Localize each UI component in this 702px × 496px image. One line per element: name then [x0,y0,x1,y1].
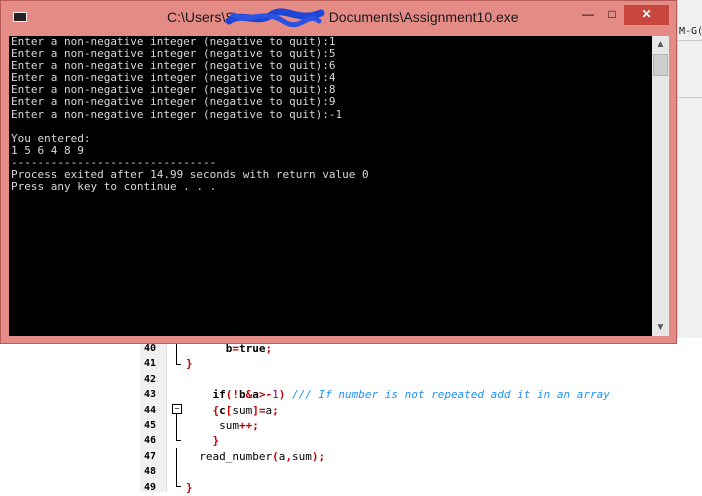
console-line: 1 5 6 4 8 9 [11,143,84,157]
code-text: {c[sum]=a; [212,403,279,417]
window-title: C:\Users\S Documents\Assignment10.exe [167,9,519,25]
console-line: You entered: [11,131,91,145]
console-output[interactable]: Enter a non-negative integer (negative t… [9,36,652,336]
console-line: Enter a non-negative integer (negative t… [11,107,343,121]
code-editor[interactable]: 40 b=true; 41} 42 43 if(!b&a>-1) /// If num… [140,338,702,494]
code-text: read_number(a,sum); [186,449,326,463]
console-line: Enter a non-negative integer (negative t… [11,47,336,61]
line-number: 48 [144,466,157,478]
console-line: Enter a non-negative integer (negative t… [11,83,336,97]
code-line: 45 sum++; [140,418,702,434]
console-app-icon[interactable] [13,12,27,22]
ide-tab-text: M-G( [679,26,702,37]
code-line: 44 {c[sum]=a; [140,403,702,419]
scroll-up-arrow-icon[interactable]: ▲ [652,36,669,53]
code-line: 47 read_number(a,sum); [140,449,702,465]
code-line: 42 [140,372,702,388]
line-number: 45 [144,420,157,431]
line-number: 46 [144,435,157,447]
code-text: } [212,434,220,448]
console-line: Enter a non-negative integer (negative t… [11,95,336,109]
line-number: 42 [144,373,157,385]
ide-divider [677,40,702,41]
line-number: 49 [144,481,157,493]
code-text: } [186,480,193,494]
console-line: Press any key to continue . . . [11,180,217,194]
line-number: 44 [144,404,157,416]
code-text: } [186,357,193,371]
line-number: 43 [144,389,157,401]
fold-guide [176,440,181,441]
maximize-button[interactable]: □ [603,5,621,25]
code-text: if(!b&a>-1) /// If number is not repeate… [212,388,610,402]
line-number: 41 [144,358,157,370]
console-line: ------------------------------- [11,155,217,169]
code-line: 41} [140,356,702,372]
vertical-scrollbar[interactable]: ▲ ▼ [652,36,669,336]
ide-background-panel [677,0,702,340]
console-line: Enter a non-negative integer (negative t… [11,71,336,85]
scroll-down-arrow-icon[interactable]: ▼ [652,319,669,336]
code-line: 49} [140,480,702,496]
fold-guide [176,364,181,365]
window-title-suffix: Documents\Assignment10.exe [328,9,519,25]
code-line: 43 if(!b&a>-1) /// If number is not repe… [140,387,702,403]
console-line: Enter a non-negative integer (negative t… [11,59,336,73]
minimize-button[interactable]: — [579,5,597,25]
fold-guide [176,414,177,440]
scrollbar-thumb[interactable] [653,54,668,76]
close-button[interactable]: ✕ [624,5,669,25]
fold-guide [176,448,177,486]
title-bar[interactable]: C:\Users\S Documents\Assignment10.exe — □… [1,1,678,31]
line-number: 47 [144,450,157,462]
code-text: sum++; [186,419,259,432]
code-line: 48 [140,464,702,480]
console-text: Enter a non-negative integer (negative t… [11,36,369,193]
console-window[interactable]: C:\Users\S Documents\Assignment10.exe — □… [0,0,677,344]
fold-guide [176,486,181,487]
redaction-scribble [225,8,325,28]
code-line: 46 } [140,433,702,449]
fold-toggle-icon[interactable]: − [172,404,182,414]
console-line: Process exited after 14.99 seconds with … [11,168,369,182]
ide-divider [677,97,702,98]
